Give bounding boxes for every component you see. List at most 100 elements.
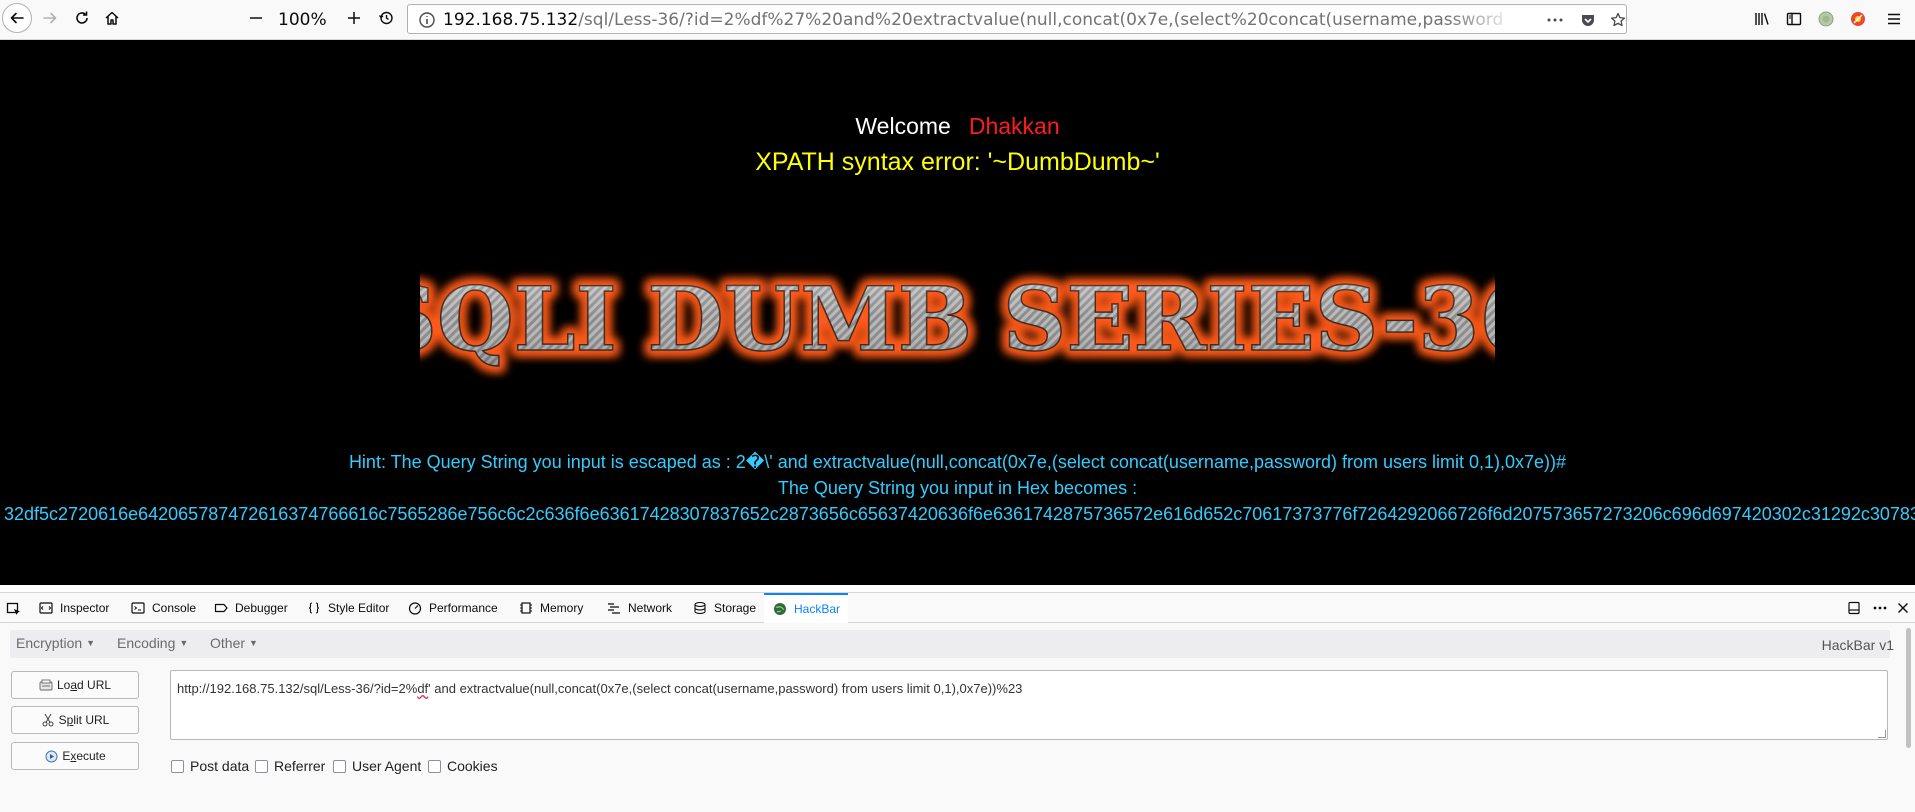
dock-toggle-button[interactable] [1844, 598, 1864, 618]
database-icon [692, 600, 708, 616]
url-bar[interactable]: 192.168.75.132/sql/Less-36/?id=2%df%27%2… [407, 4, 1627, 34]
back-button[interactable] [2, 3, 32, 33]
split-url-label-c: lit URL [73, 713, 110, 727]
url-host: 192.168.75.132 [443, 10, 579, 30]
tab-inspector-label: Inspector [60, 601, 110, 615]
menu-button[interactable] [1884, 9, 1904, 29]
extension-red-button[interactable] [1848, 9, 1868, 29]
inspector-icon [38, 600, 54, 616]
memory-chip-icon [518, 600, 534, 616]
zoom-out-button[interactable] [244, 6, 268, 30]
plus-icon [348, 12, 360, 24]
tab-performance[interactable]: Performance [407, 593, 498, 623]
gauge-icon [407, 600, 423, 616]
braces-icon [306, 600, 322, 616]
load-url-label-c: d URL [77, 678, 112, 692]
sidebar-toggle-button[interactable] [1784, 9, 1804, 29]
star-icon [1610, 12, 1626, 27]
hamburger-icon [1888, 13, 1900, 25]
referrer-checkbox[interactable]: Referrer [255, 758, 325, 774]
minus-icon [250, 17, 262, 19]
tab-console[interactable]: Console [130, 593, 196, 623]
execute-label: Execute [62, 749, 105, 763]
xpath-error-message: XPATH syntax error: '~DumbDumb~' [755, 148, 1160, 176]
tab-style-editor[interactable]: Style Editor [306, 593, 389, 623]
url-path: /sql/Less-36/?id=2%df%27%20and%20extract… [578, 10, 1503, 30]
scissors-icon [41, 713, 55, 727]
textarea-resize-grip[interactable] [1878, 730, 1886, 738]
history-button[interactable] [374, 6, 398, 30]
url-value-spellcheck: df [417, 681, 429, 696]
play-icon [44, 749, 58, 763]
load-url-icon [39, 678, 53, 692]
load-url-label-a: Lo [56, 678, 71, 692]
cookies-checkbox[interactable]: Cookies [428, 758, 498, 774]
hex-label: The Query String you input in Hex become… [777, 478, 1138, 498]
home-button[interactable] [100, 6, 124, 30]
zoom-level[interactable]: 100% [278, 10, 327, 30]
page-actions-button[interactable] [1545, 11, 1565, 29]
menu-encryption[interactable]: Encryption ▼ [16, 635, 95, 651]
welcome-line: Welcome Dhakkan [0, 113, 1915, 140]
svg-text:SQLI DUMB SERIES-36: SQLI DUMB SERIES-36 [420, 267, 1495, 371]
load-url-label-b: a [70, 678, 78, 692]
hackbar-url-textarea[interactable]: http://192.168.75.132/sql/Less-36/?id=2%… [170, 670, 1888, 740]
tab-network[interactable]: Network [606, 593, 672, 623]
bookmark-star-button[interactable] [1608, 11, 1626, 29]
more-horizontal-icon [1547, 18, 1563, 22]
devtools-close-button[interactable] [1893, 598, 1913, 618]
menu-encoding[interactable]: Encoding ▼ [117, 635, 188, 651]
debugger-icon [213, 600, 229, 616]
devtools-vertical-scrollbar[interactable] [1906, 628, 1911, 748]
url-value-part-1: http://192.168.75.132/sql/Less-36/?id=2% [177, 681, 418, 696]
library-button[interactable] [1752, 9, 1772, 29]
tab-debugger[interactable]: Debugger [213, 593, 288, 623]
menu-other-label: Other [210, 635, 246, 651]
username-text: Dhakkan [968, 113, 1060, 139]
post-data-checkbox[interactable]: Post data [171, 758, 249, 774]
checkbox-box[interactable] [333, 759, 346, 773]
forward-button[interactable] [38, 6, 62, 30]
library-icon [1755, 13, 1769, 25]
caret-down-icon: ▼ [179, 638, 189, 648]
split-url-label: Split URL [59, 713, 110, 727]
tab-inspector[interactable]: Inspector [38, 593, 109, 623]
info-icon[interactable] [418, 11, 436, 29]
tab-hackbar-label: HackBar [794, 602, 841, 616]
console-icon [130, 600, 146, 616]
tab-storage[interactable]: Storage [692, 593, 756, 623]
reload-icon [76, 11, 88, 24]
url-text[interactable]: 192.168.75.132/sql/Less-36/?id=2%df%27%2… [443, 10, 1503, 30]
zoom-in-button[interactable] [342, 6, 366, 30]
reload-button[interactable] [70, 6, 94, 30]
pocket-button[interactable] [1578, 11, 1598, 29]
history-icon [378, 11, 393, 25]
execute-button[interactable]: Execute [11, 742, 139, 770]
element-picker-icon[interactable] [6, 601, 22, 617]
checkbox-box[interactable] [171, 759, 184, 773]
load-url-button[interactable]: Load URL [11, 671, 139, 699]
tab-network-label: Network [628, 601, 673, 615]
tab-debugger-label: Debugger [235, 601, 288, 615]
tab-memory-label: Memory [540, 601, 584, 615]
tab-storage-label: Storage [714, 601, 757, 615]
user-agent-checkbox[interactable]: User Agent [333, 758, 421, 774]
sidebar-icon [1786, 12, 1802, 26]
url-value-part-2: ' and extractvalue(null,concat(0x7e,(sel… [428, 681, 1023, 696]
execute-label-c: ecute [76, 749, 106, 763]
menu-other[interactable]: Other ▼ [210, 635, 258, 651]
tab-hackbar[interactable]: HackBar [764, 593, 849, 623]
split-url-button[interactable]: Split URL [11, 706, 139, 734]
checkbox-box[interactable] [255, 759, 268, 773]
split-url-label-a: S [58, 713, 67, 727]
tab-console-label: Console [152, 601, 197, 615]
more-horizontal-icon [1873, 606, 1887, 610]
close-icon [1898, 603, 1908, 613]
checkbox-box[interactable] [428, 759, 441, 773]
tab-performance-label: Performance [429, 601, 498, 615]
hackbar-menu: Encryption ▼ Encoding ▼ Other ▼ [10, 630, 1890, 658]
devtools-more-button[interactable] [1870, 598, 1890, 618]
tab-memory[interactable]: Memory [518, 593, 583, 623]
welcome-text: Welcome [855, 113, 951, 139]
extension-green-button[interactable] [1816, 9, 1836, 29]
